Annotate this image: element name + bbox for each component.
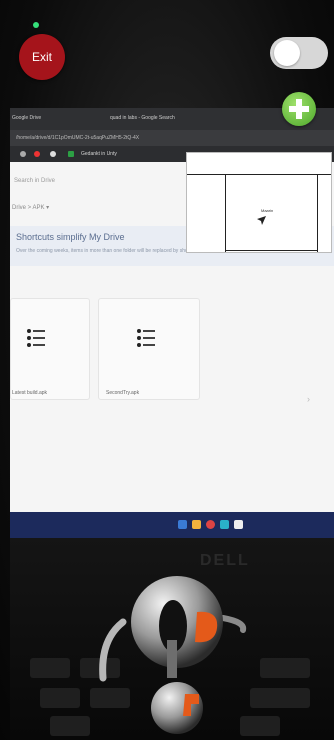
wall <box>225 250 318 251</box>
key <box>250 688 310 708</box>
youtube-icon <box>34 151 40 157</box>
folder-icon <box>192 520 201 529</box>
bookmark-icon <box>20 151 26 157</box>
floor-plan-minimap[interactable]: Maarin <box>186 152 332 253</box>
file-card <box>98 298 200 400</box>
key <box>40 688 80 708</box>
github-icon <box>50 151 56 157</box>
mode-toggle-switch[interactable] <box>270 37 328 69</box>
app-icon <box>234 520 243 529</box>
exit-button-label: Exit <box>31 50 52 64</box>
status-indicator <box>33 22 39 28</box>
windows-start-icon <box>178 520 187 529</box>
drive-search-hint: Search in Drive <box>14 178 56 184</box>
bookmark-label: Gedankt in Unty <box>81 151 117 157</box>
url-text: /home/a/drive/d/1C1pOmUMC-2t-u5aqPuZMH5-… <box>16 135 140 141</box>
browser-url-bar: /home/a/drive/d/1C1pOmUMC-2t-u5aqPuZMH5-… <box>10 130 334 146</box>
wall <box>225 174 226 252</box>
toggle-knob <box>274 40 300 66</box>
key <box>50 716 90 736</box>
file-name: Latest build.apk <box>12 390 48 396</box>
wall <box>187 174 331 175</box>
file-card <box>10 298 90 400</box>
add-button[interactable] <box>282 92 316 126</box>
chrome-icon <box>206 520 215 529</box>
wall <box>317 174 318 252</box>
file-list-icon <box>137 329 155 350</box>
edge-icon <box>220 520 229 529</box>
banner-title: Shortcuts simplify My Drive <box>16 232 125 242</box>
browser-tab: Google Drive <box>12 115 42 121</box>
ar-camera-view: Google Drive quad in labs - Google Searc… <box>0 0 334 740</box>
file-name: SecondTry.apk <box>106 390 140 396</box>
key <box>260 658 310 678</box>
sheets-icon <box>68 151 74 157</box>
windows-taskbar <box>10 512 334 538</box>
exit-button[interactable]: Exit <box>19 34 65 80</box>
file-list-icon <box>27 329 45 350</box>
chevron-right-icon: › <box>307 394 310 404</box>
ar-robot-character[interactable] <box>95 560 255 740</box>
room-label: Maarin <box>261 208 274 213</box>
location-marker-icon <box>257 216 266 225</box>
browser-tab: quad in labs - Google Search <box>110 115 175 121</box>
key <box>30 658 70 678</box>
breadcrumb: Drive > APK ▾ <box>12 205 50 211</box>
